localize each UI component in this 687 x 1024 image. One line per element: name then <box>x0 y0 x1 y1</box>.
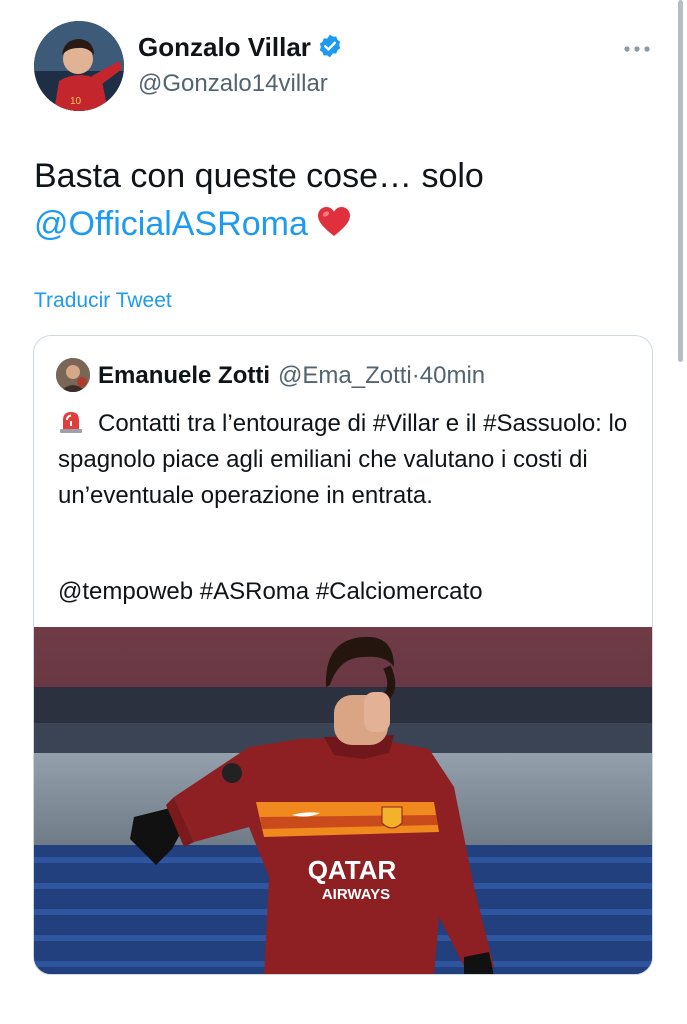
quoted-author-avatar[interactable] <box>56 358 90 392</box>
more-options-icon[interactable] <box>622 44 652 54</box>
author-display-name[interactable]: Gonzalo Villar <box>138 32 343 63</box>
siren-icon <box>60 412 82 433</box>
player-photo: QATAR AIRWAYS <box>34 627 652 974</box>
author-name-text: Gonzalo Villar <box>138 32 311 62</box>
quoted-tweet-header: Emanuele Zotti @Ema_Zotti·40min <box>98 362 485 390</box>
quoted-tweet-text: Contatti tra l’entourage di #Villar e il… <box>58 406 638 514</box>
svg-text:10: 10 <box>70 96 82 107</box>
red-heart-icon <box>317 207 350 236</box>
quoted-tags[interactable]: @tempoweb #ASRoma #Calciomercato <box>58 578 483 606</box>
sponsor-text-line2: AIRWAYS <box>322 886 390 903</box>
tweet-detail-view: 10 Gonzalo Villar @Gonzalo14villar Basta… <box>0 0 687 1024</box>
tweet-body-text: Basta con queste cose… solo <box>34 157 484 195</box>
quoted-tweet-photo[interactable]: QATAR AIRWAYS <box>34 627 652 974</box>
header-separator: · <box>411 362 420 389</box>
quoted-body-text: Contatti tra l’entourage di #Villar e il… <box>58 410 628 509</box>
quoted-timestamp[interactable]: 40min <box>420 362 485 389</box>
author-avatar[interactable]: 10 <box>34 21 124 111</box>
tweet-text: Basta con queste cose… solo @OfficialASR… <box>34 152 654 248</box>
quoted-tweet-card[interactable]: Emanuele Zotti @Ema_Zotti·40min Contatti … <box>33 335 653 975</box>
translate-tweet-link[interactable]: Traducir Tweet <box>34 289 172 313</box>
scrollbar[interactable] <box>678 0 683 362</box>
player-avatar-image: 10 <box>34 21 124 111</box>
verified-badge-icon <box>319 34 341 58</box>
mention-link[interactable]: @OfficialASRoma <box>34 205 308 243</box>
quoted-handle[interactable]: @Ema_Zotti <box>278 362 412 389</box>
quoted-display-name[interactable]: Emanuele Zotti <box>98 362 270 389</box>
quoted-avatar-image <box>56 358 90 392</box>
sponsor-text-line1: QATAR <box>308 855 397 885</box>
author-handle[interactable]: @Gonzalo14villar <box>138 70 328 98</box>
